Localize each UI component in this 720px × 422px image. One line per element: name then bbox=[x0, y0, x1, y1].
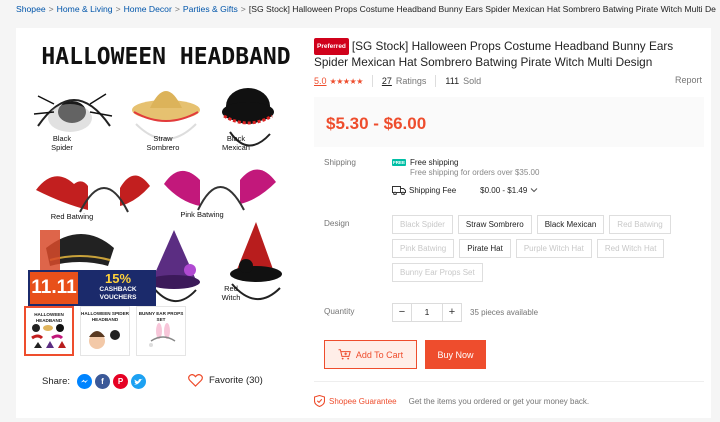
design-option-red-batwing[interactable]: Red Batwing bbox=[609, 215, 671, 234]
breadcrumb-parties-gifts[interactable]: Parties & Gifts bbox=[183, 4, 238, 14]
promo-percent: 15% bbox=[104, 271, 132, 286]
quantity-increase-button[interactable]: + bbox=[442, 303, 462, 322]
star-rating-icon: ★★★★★ bbox=[329, 76, 364, 86]
label-black-spider: Black Spider bbox=[51, 134, 73, 152]
design-option-purple-witch-hat[interactable]: Purple Witch Hat bbox=[515, 239, 592, 258]
promo-line2: VOUCHERS bbox=[99, 294, 137, 301]
red-batwing-illustration bbox=[36, 175, 150, 213]
design-option-straw-sombrero[interactable]: Straw Sombrero bbox=[457, 215, 532, 234]
share-bar: Share: f P bbox=[42, 374, 146, 389]
thumbnail-strip: HALLOWEEN HEADBAND HALLOWEEN SPIDER HEAD… bbox=[24, 306, 186, 356]
design-option-black-mexican[interactable]: Black Mexican bbox=[536, 215, 605, 234]
design-option-bunny-ear-props-set[interactable]: Bunny Ear Props Set bbox=[392, 263, 483, 282]
preferred-badge: Preferred bbox=[314, 38, 349, 55]
label-straw-sombrero: Straw Sombrero bbox=[146, 134, 180, 152]
heart-icon bbox=[188, 374, 203, 387]
free-shipping-threshold: Free shipping for orders over $35.00 bbox=[410, 168, 540, 177]
report-link[interactable]: Report bbox=[675, 75, 702, 85]
divider bbox=[371, 75, 373, 87]
shipping-label: Shipping bbox=[324, 158, 356, 167]
share-label: Share: bbox=[42, 376, 70, 387]
twitter-icon[interactable] bbox=[131, 374, 146, 389]
shipping-info: FREE Free shipping Free shipping for ord… bbox=[392, 158, 692, 195]
shipping-fee-label: Shipping Fee bbox=[409, 185, 457, 195]
facebook-icon[interactable]: f bbox=[95, 374, 110, 389]
breadcrumb-shopee[interactable]: Shopee bbox=[16, 4, 46, 14]
pirate-hat-illustration bbox=[40, 230, 114, 270]
breadcrumb-home-living[interactable]: Home & Living bbox=[57, 4, 113, 14]
design-option-pink-batwing[interactable]: Pink Batwing bbox=[392, 239, 455, 258]
breadcrumb-current: [SG Stock] Halloween Props Costume Headb… bbox=[248, 4, 716, 14]
free-shipping-icon: FREE bbox=[392, 159, 406, 166]
quantity-decrease-button[interactable]: − bbox=[392, 303, 412, 322]
shopee-guarantee: Shopee Guarantee Get the items you order… bbox=[314, 381, 704, 407]
sold-label: Sold bbox=[463, 76, 482, 86]
buy-now-button[interactable]: Buy Now bbox=[425, 340, 486, 369]
breadcrumb-separator: > bbox=[115, 4, 121, 14]
promo-voucher-banner: 11.11 15% CASHBACK VOUCHERS bbox=[28, 270, 156, 306]
thumbnail-image bbox=[31, 324, 66, 348]
messenger-icon[interactable] bbox=[77, 374, 92, 389]
free-shipping-line: FREE Free shipping bbox=[392, 158, 692, 167]
product-stats: 5.0 ★★★★★ 27 Ratings 111 Sold Report bbox=[314, 75, 704, 87]
pinterest-icon[interactable]: P bbox=[113, 374, 128, 389]
quantity-input[interactable]: 1 bbox=[412, 303, 442, 322]
label-pink-batwing: Pink Batwing bbox=[180, 210, 224, 219]
thumbnail-image bbox=[149, 323, 176, 347]
rating-value[interactable]: 5.0 bbox=[314, 76, 327, 86]
shield-icon bbox=[314, 395, 325, 407]
shipping-fee-line[interactable]: Shipping Fee $0.00 - $1.49 bbox=[392, 185, 692, 195]
cart-icon bbox=[338, 349, 351, 360]
pink-batwing-illustration bbox=[164, 169, 276, 211]
product-card: HALLOWEEN HEADBAND Black Spider Straw So… bbox=[16, 28, 711, 418]
label-black-mexican: Black Mexican bbox=[222, 134, 250, 152]
shipping-fee-value: $0.00 - $1.49 bbox=[480, 185, 528, 195]
ratings-count[interactable]: 27 bbox=[382, 76, 392, 86]
guarantee-text: Get the items you ordered or get your mo… bbox=[408, 396, 590, 406]
thumbnail-3[interactable]: BUNNY EAR PROPS SET bbox=[136, 306, 186, 356]
quantity-stepper: − 1 + 35 pieces available bbox=[392, 303, 538, 322]
sold-count: 111 bbox=[445, 76, 460, 86]
breadcrumb: Shopee > Home & Living > Home Decor > Parties … bbox=[16, 4, 716, 18]
product-main-image[interactable]: HALLOWEEN HEADBAND Black Spider Straw So… bbox=[24, 34, 306, 330]
product-details: Preferred [SG Stock] Halloween Props Cost… bbox=[314, 38, 704, 407]
design-label: Design bbox=[324, 219, 350, 228]
design-option-pirate-hat[interactable]: Pirate Hat bbox=[459, 239, 511, 258]
design-option-red-witch-hat[interactable]: Red Witch Hat bbox=[596, 239, 665, 258]
purchase-actions: Add To Cart Buy Now bbox=[324, 340, 486, 369]
straw-sombrero-illustration bbox=[132, 91, 200, 140]
favorite-button[interactable]: Favorite (30) bbox=[188, 374, 263, 387]
stock-available: 35 pieces available bbox=[470, 308, 539, 317]
promo-line1: CASHBACK bbox=[99, 286, 137, 293]
price-box: $5.30 - $6.00 bbox=[314, 97, 704, 147]
breadcrumb-home-decor[interactable]: Home Decor bbox=[124, 4, 172, 14]
chevron-down-icon bbox=[530, 186, 538, 195]
label-red-batwing: Red Batwing bbox=[50, 212, 94, 221]
promo-date: 11.11 bbox=[28, 270, 80, 306]
add-to-cart-button[interactable]: Add To Cart bbox=[324, 340, 417, 369]
guarantee-label: Shopee Guarantee bbox=[329, 396, 397, 406]
label-red-witch: Red Witch bbox=[221, 284, 241, 302]
favorite-label: Favorite (30) bbox=[209, 375, 263, 386]
breadcrumb-separator: > bbox=[48, 4, 54, 14]
design-option-black-spider[interactable]: Black Spider bbox=[392, 215, 453, 234]
black-spider-headband-illustration bbox=[33, 93, 113, 132]
breadcrumb-separator: > bbox=[240, 4, 246, 14]
quantity-label: Quantity bbox=[324, 307, 355, 316]
product-title-row: Preferred [SG Stock] Halloween Props Cost… bbox=[314, 38, 704, 70]
free-shipping-label: Free shipping bbox=[410, 158, 459, 167]
truck-icon bbox=[392, 186, 406, 195]
thumbnail-1[interactable]: HALLOWEEN HEADBAND bbox=[24, 306, 74, 356]
breadcrumb-separator: > bbox=[174, 4, 180, 14]
thumbnail-2[interactable]: HALLOWEEN SPIDER HEADBAND bbox=[80, 306, 130, 356]
promo-cashback: 15% CASHBACK VOUCHERS bbox=[80, 270, 156, 306]
ratings-label: Ratings bbox=[395, 76, 427, 86]
product-title: [SG Stock] Halloween Props Costume Headb… bbox=[314, 39, 674, 69]
thumbnail-image bbox=[89, 330, 120, 349]
design-options: Black Spider Straw Sombrero Black Mexica… bbox=[392, 215, 692, 282]
price-range: $5.30 - $6.00 bbox=[326, 114, 427, 133]
divider bbox=[435, 75, 437, 87]
add-to-cart-label: Add To Cart bbox=[355, 349, 404, 360]
